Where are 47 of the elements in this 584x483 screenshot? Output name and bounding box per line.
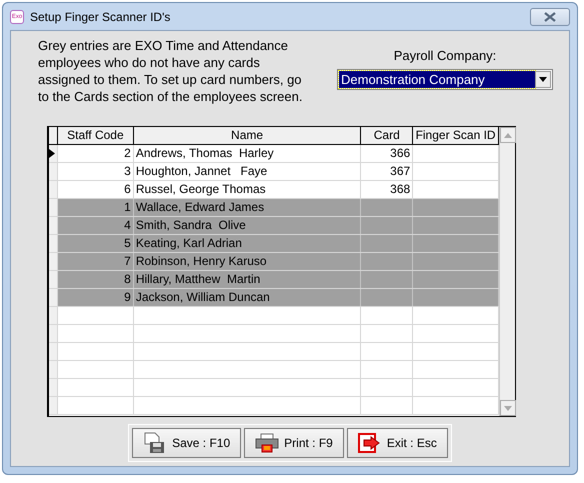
- table-cell: 367: [361, 163, 414, 180]
- scroll-down-icon: [504, 406, 512, 410]
- table-cell: [361, 235, 414, 252]
- table-cell: 2: [58, 145, 134, 162]
- table-cell: 8: [58, 271, 134, 288]
- table-cell: [361, 217, 414, 234]
- table-cell: [361, 199, 414, 216]
- scroll-up-icon: [504, 132, 512, 138]
- table-cell: [361, 289, 414, 306]
- table-cell: 366: [361, 145, 414, 162]
- payroll-company-label: Payroll Company:: [394, 47, 496, 65]
- table-cell: Hillary, Matthew Martin: [134, 271, 362, 288]
- table-cell: [361, 253, 414, 270]
- table-cell: 1: [58, 199, 134, 216]
- table-cell: Smith, Sandra Olive: [134, 217, 362, 234]
- table-cell: 5: [58, 235, 134, 252]
- column-header: Finger Scan ID: [413, 127, 499, 144]
- table-cell: [361, 271, 414, 288]
- close-icon: [544, 12, 556, 22]
- instructions-text: Grey entries are EXO Time and Attendance employees who do not have any cards assigned to them. To set up card numbers, go to the Cards section of the employees screen.: [38, 37, 303, 106]
- printer-icon: [255, 433, 280, 453]
- table-cell: Wallace, Edward James: [134, 199, 362, 216]
- caret-icon: [539, 76, 547, 82]
- column-header: Staff Code: [58, 127, 134, 144]
- table-cell: Robinson, Henry Karuso: [134, 253, 362, 270]
- table-cell: 9: [58, 289, 134, 306]
- window-title: Setup Finger Scanner ID's: [30, 8, 170, 26]
- table-cell: 6: [58, 181, 134, 198]
- table-cell: 4: [58, 217, 134, 234]
- column-header: Name: [134, 127, 362, 144]
- table-cell: Keating, Karl Adrian: [134, 235, 362, 252]
- scrollbar[interactable]: [499, 127, 515, 416]
- exit-button[interactable]: Exit : Esc: [346, 428, 448, 458]
- table-cell: 368: [361, 181, 414, 198]
- dropdown-value: Demonstration Company: [339, 70, 535, 88]
- print-button[interactable]: Print : F9: [244, 428, 344, 458]
- table-cell: Russel, George Thomas: [134, 181, 362, 198]
- table-cell: Jackson, William Duncan: [134, 289, 362, 306]
- table-cell: 7: [58, 253, 134, 270]
- table-cell: Andrews, Thomas Harley: [134, 145, 362, 162]
- column-header: Card: [361, 127, 414, 144]
- close-button[interactable]: [530, 8, 570, 26]
- save-button[interactable]: Save : F10: [132, 428, 242, 458]
- table-cell: 3: [58, 163, 134, 180]
- payroll-company-dropdown[interactable]: Demonstration Company: [337, 68, 553, 90]
- table-cell: Houghton, Jannet Faye: [134, 163, 362, 180]
- exit-door-icon: [358, 433, 382, 453]
